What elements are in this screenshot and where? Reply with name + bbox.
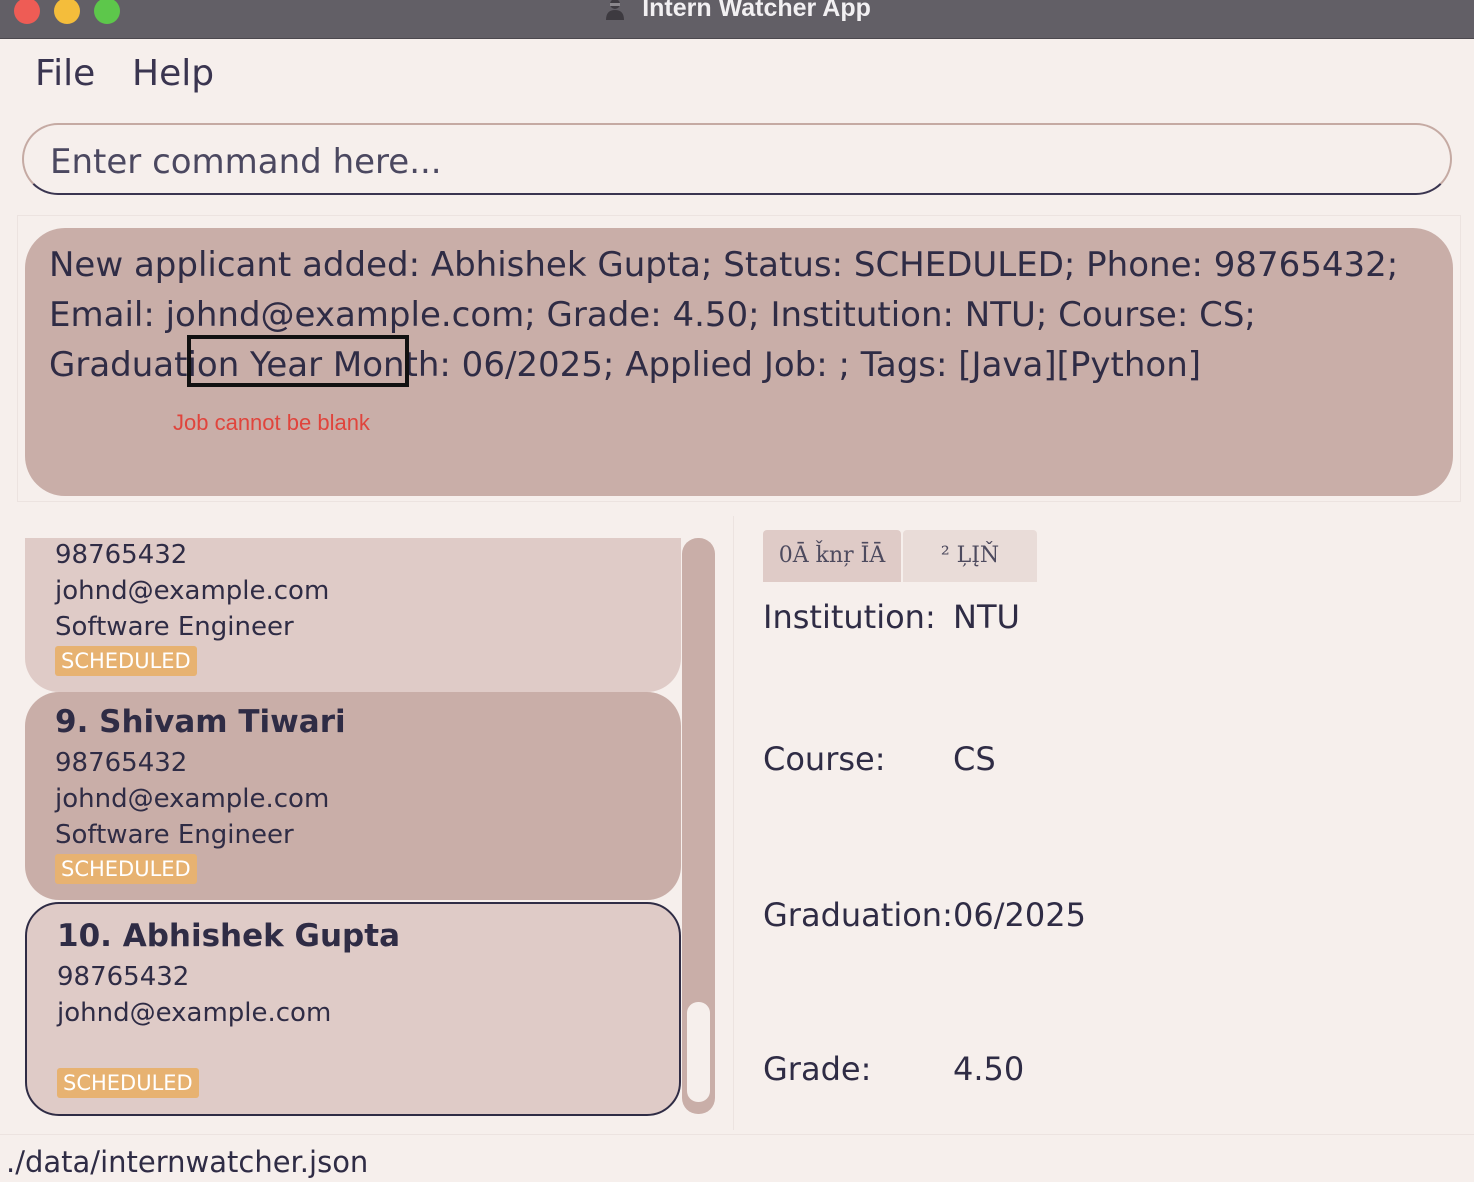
list-scrollbar-thumb[interactable] <box>687 1002 710 1102</box>
detail-tab-2[interactable]: ² ĻĮŇ <box>903 530 1037 582</box>
course-label: Course: <box>763 740 886 778</box>
applicant-name: 9. Shivam Tiwari <box>55 704 346 740</box>
command-box <box>22 123 1452 195</box>
applicant-email: johnd@example.com <box>57 998 332 1028</box>
data-file-path: ./data/internwatcher.json <box>6 1145 369 1179</box>
status-bar: ./data/internwatcher.json <box>0 1134 1474 1182</box>
detail-tab-1[interactable]: 0Ā ǩnŗ ĪĀ <box>763 530 901 582</box>
grade-value: 4.50 <box>953 1050 1025 1088</box>
applicant-card[interactable]: 9. Shivam Tiwari 98765432 johnd@example.… <box>25 692 681 900</box>
title-bar: Intern Watcher App <box>0 0 1474 39</box>
applicant-email: johnd@example.com <box>55 784 330 814</box>
applicant-card[interactable]: 98765432 johnd@example.com Software Engi… <box>25 538 681 692</box>
applicant-job: Software Engineer <box>55 612 294 642</box>
list-scrollbar[interactable] <box>682 538 715 1114</box>
applicant-phone: 98765432 <box>55 540 188 570</box>
grade-label: Grade: <box>763 1050 872 1088</box>
institution-value: NTU <box>953 598 1020 636</box>
person-icon <box>603 0 627 21</box>
applicant-card-selected[interactable]: 10. Abhishek Gupta 98765432 johnd@exampl… <box>25 902 681 1116</box>
status-badge: SCHEDULED <box>55 854 197 884</box>
status-badge: SCHEDULED <box>55 646 197 676</box>
error-highlight-box <box>187 335 409 387</box>
command-input[interactable] <box>48 139 1412 185</box>
applicant-phone: 98765432 <box>55 748 188 778</box>
applicant-list[interactable]: 98765432 johnd@example.com Software Engi… <box>25 538 681 1118</box>
status-badge: SCHEDULED <box>57 1068 199 1098</box>
menu-file[interactable]: File <box>35 53 95 94</box>
applicant-name: 10. Abhishek Gupta <box>57 918 400 954</box>
course-value: CS <box>953 740 996 778</box>
error-message: Job cannot be blank <box>173 410 370 435</box>
applicant-phone: 98765432 <box>57 962 190 992</box>
menu-bar: File Help <box>0 39 1474 109</box>
detail-pane: 0Ā ǩnŗ ĪĀ ² ĻĮŇ Institution: NTU Course:… <box>737 516 1457 1130</box>
menu-help[interactable]: Help <box>132 53 214 94</box>
graduation-label: Graduation: <box>763 896 953 934</box>
window-title: Intern Watcher App <box>642 0 871 22</box>
institution-label: Institution: <box>763 598 936 636</box>
applicant-email: johnd@example.com <box>55 576 330 606</box>
applicant-job: Software Engineer <box>55 820 294 850</box>
graduation-value: 06/2025 <box>953 896 1086 934</box>
